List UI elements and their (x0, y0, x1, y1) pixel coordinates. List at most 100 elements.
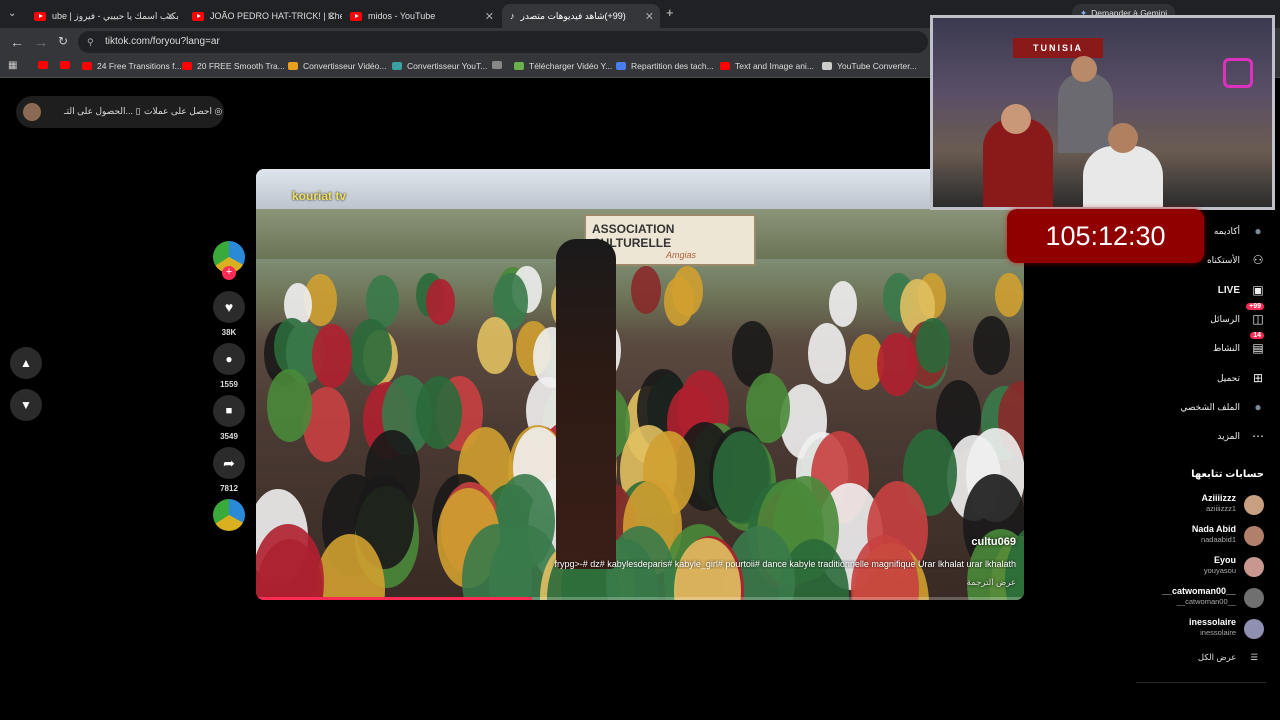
account-handle: nadaabid1 (1200, 535, 1236, 544)
crowd-person (972, 316, 1010, 375)
close-icon[interactable]: ✕ (166, 10, 175, 23)
new-tab-icon[interactable]: + (666, 5, 674, 20)
nav-label: LIVE (1217, 284, 1240, 296)
comment-icon: ● (225, 352, 233, 366)
previous-video-button[interactable]: ▲ (10, 347, 42, 379)
url-input[interactable]: ⚲ tiktok.com/foryou?lang=ar (78, 31, 928, 53)
bookmark-item[interactable]: 24 Free Transitions f... (82, 61, 182, 71)
nav-label: الرسائل (1210, 313, 1240, 324)
nav-item-profile[interactable]: ● الملف الشخصي (1180, 397, 1266, 417)
save-button[interactable]: ■ (213, 395, 245, 427)
tab-2[interactable]: JOÃO PEDRO HAT-TRICK! | Che ✕ (184, 4, 342, 28)
tab-3[interactable]: midos - YouTube ✕ (342, 4, 500, 28)
messages-icon: ◫ (1252, 312, 1264, 326)
nav-item-live[interactable]: ▣ LIVE (1218, 280, 1266, 300)
tab-1[interactable]: بكتب اسمك يا حبيبي - فيروز | ube ✕ (26, 4, 181, 28)
upload-icon: ⊞ (1252, 371, 1264, 385)
nav-label: أكاديمه (1213, 225, 1240, 236)
bookmark-item[interactable] (492, 61, 507, 69)
live-icon: ▣ (1252, 283, 1264, 297)
bookmark-item[interactable]: Convertisseur YouT... (392, 61, 487, 71)
account-name: Eyou (1213, 555, 1236, 565)
see-all-label: عرض الكل (1197, 652, 1237, 662)
close-icon[interactable]: ✕ (485, 10, 494, 23)
avatar (1244, 557, 1264, 577)
account-name: inessolaire (1188, 617, 1236, 627)
bookmark-item[interactable]: 20 FREE Smooth Tra... (182, 61, 285, 71)
followed-account[interactable]: Eyou youyasou (1124, 555, 1264, 583)
get-coins-button[interactable]: احصل على عملات ◎ (144, 106, 222, 117)
crowd-person (630, 265, 662, 315)
next-video-button[interactable]: ▼ (10, 389, 42, 421)
account-handle: __catwoman00__ (1176, 597, 1236, 606)
bookmark-item[interactable]: Text and Image ani... (720, 61, 814, 71)
bookmark-label: 24 Free Transitions f... (97, 61, 182, 71)
account-handle: inessolaire (1200, 628, 1236, 637)
user-avatar[interactable] (23, 103, 41, 121)
bookmark-item[interactable] (60, 61, 75, 69)
see-all-link[interactable]: عرض الكل ☰ (1198, 652, 1258, 663)
close-icon[interactable]: ✕ (645, 10, 654, 23)
nav-item-upload[interactable]: ⊞ تحميل (1217, 368, 1266, 388)
person-right (1083, 146, 1163, 207)
crowd-person (349, 319, 392, 387)
video-player[interactable]: ASSOCIATION CULTURELLE Amgias kouriat tv… (256, 169, 1024, 600)
bookmark-favicon-icon (492, 61, 502, 69)
close-icon[interactable]: ✕ (327, 10, 336, 23)
share-button[interactable]: ➦ (213, 447, 245, 479)
nav-item-activity[interactable]: ▤ النشاط 14 (1213, 332, 1266, 358)
reload-icon[interactable]: ↻ (58, 34, 68, 48)
nav-label: المزيد (1217, 430, 1240, 441)
followed-account[interactable]: inessolaire inessolaire (1124, 617, 1264, 645)
bookmark-item[interactable]: Convertisseur Vidéo... (288, 61, 386, 71)
tab-4-title: (99+)شاهد فيديوهات متصدر (520, 10, 626, 21)
bookmark-item[interactable] (38, 61, 53, 69)
back-icon[interactable]: ← (10, 34, 24, 50)
site-info-icon[interactable]: ⚲ (87, 31, 94, 53)
dancer-figure (556, 239, 616, 569)
bookmark-item[interactable]: Repartition des tach... (616, 61, 714, 71)
crowd-person (828, 281, 858, 328)
tab-search-icon[interactable]: ⌄ (8, 8, 16, 19)
chevron-up-icon: ▲ (20, 356, 32, 370)
tab-4-active[interactable]: ♪ (99+)شاهد فيديوهات متصدر ✕ (502, 4, 660, 28)
account-name: Nada Abid (1191, 524, 1236, 534)
nav-item-avatar[interactable]: ● أكاديمه (1214, 221, 1266, 241)
like-button[interactable]: ♥ (213, 291, 245, 323)
bookmark-favicon-icon (720, 62, 730, 70)
bookmark-item[interactable]: YouTube Converter... (822, 61, 917, 71)
get-app-button[interactable]: الحصول على التـ... ▯ (64, 106, 140, 117)
youtube-icon (34, 11, 46, 21)
bookmark-item[interactable]: Télécharger Vidéo Y... (514, 61, 612, 71)
nav-label: تحميل (1216, 372, 1240, 383)
account-handle: youyasou (1203, 566, 1236, 575)
bookmark-label: Repartition des tach... (631, 61, 714, 71)
followed-account[interactable]: __catwoman00__ __catwoman00__ (1124, 586, 1264, 614)
see-translation-link[interactable]: عرض الترجمة (967, 577, 1016, 588)
nav-item-messages[interactable]: ◫ الرسائل 99+ (1210, 303, 1266, 329)
person-standing-head (1071, 56, 1097, 82)
followed-account[interactable]: Aziiiizzz aziiiizzz1 (1124, 493, 1264, 521)
video-author[interactable]: cultu069 (971, 536, 1016, 548)
more-icon: ⋯ (1252, 429, 1264, 443)
sound-disc-icon[interactable] (213, 499, 245, 531)
bookmark-label: 20 FREE Smooth Tra... (197, 61, 285, 71)
person-standing (1058, 73, 1113, 153)
bookmark-label: YouTube Converter... (837, 61, 917, 71)
comment-button[interactable]: ● (213, 343, 245, 375)
forward-icon[interactable]: → (34, 34, 48, 50)
following-title: حسابات تتابعها (1191, 469, 1264, 480)
nav-item-friends[interactable]: ⚇ الأستكناه (1207, 250, 1266, 270)
tab-1-title: بكتب اسمك يا حبيبي - فيروز | ube (52, 10, 179, 21)
top-pill-bar: الحصول على التـ... ▯ احصل على عملات ◎ (16, 96, 224, 128)
bookmark-favicon-icon (392, 62, 402, 70)
stream-timer: 105:12:30 (1007, 209, 1204, 263)
bookmark-favicon-icon (82, 62, 92, 70)
follow-plus-icon[interactable]: + (222, 266, 236, 280)
apps-grid-icon[interactable]: ▦ (8, 60, 17, 71)
heart-icon: ♥ (224, 299, 234, 315)
progress-track[interactable] (256, 597, 1024, 600)
nav-item-more[interactable]: ⋯ المزيد (1217, 426, 1266, 446)
followed-account[interactable]: Nada Abid nadaabid1 (1124, 524, 1264, 552)
list-icon: ☰ (1250, 652, 1258, 662)
